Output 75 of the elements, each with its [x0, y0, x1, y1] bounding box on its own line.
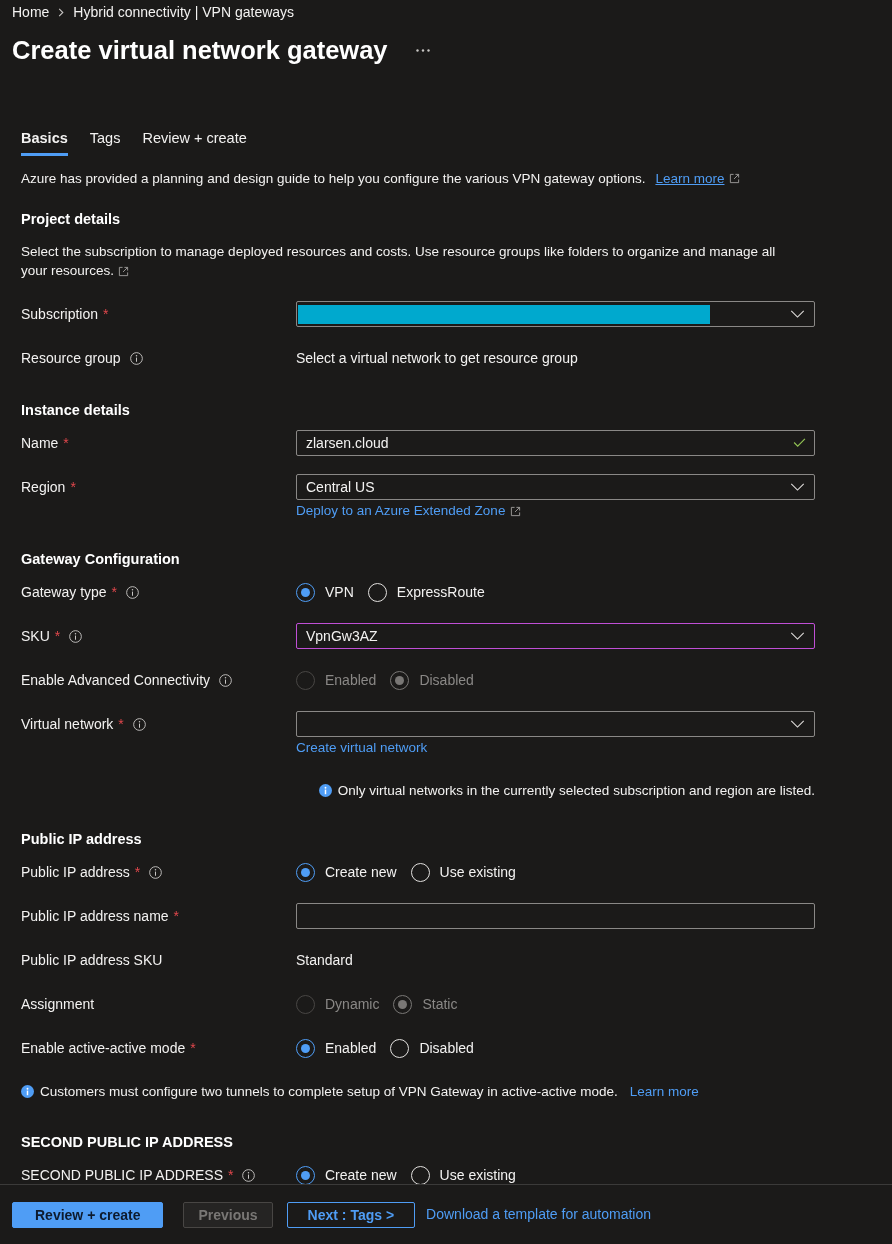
info-note: Only virtual networks in the currently selected subscription and region are listed.	[337, 782, 815, 800]
link[interactable]: Download a template for automation	[426, 1204, 652, 1225]
link[interactable]: Learn more	[655, 169, 741, 188]
tab[interactable]: Tags	[89, 123, 121, 156]
radio-label[interactable]: Create new	[325, 862, 397, 882]
radio-label: Enabled	[325, 671, 377, 690]
link[interactable]: Deploy to an Azure Extended Zone	[296, 502, 522, 520]
field-label: Enable Advanced Connectivity	[21, 671, 211, 690]
section-description: Select the subscription to manage deployed resources and costs. Use resource groups like folders to organize and manage all your resources.	[21, 243, 777, 280]
breadcrumb-link[interactable]: Home	[12, 3, 50, 21]
section-heading: Public IP address	[21, 830, 143, 849]
info-icon	[318, 784, 332, 797]
chevron-down-icon	[790, 720, 805, 728]
field-label: Gateway type	[21, 583, 107, 602]
link[interactable]: Create virtual network	[296, 739, 428, 757]
required-marker: *	[54, 627, 61, 646]
footer-button[interactable]: Next : Tags >	[286, 1201, 416, 1228]
tab[interactable]: Basics	[21, 123, 68, 156]
section-heading: Gateway Configuration	[21, 550, 181, 569]
dropdown[interactable]: VpnGw3AZ	[296, 623, 815, 649]
field-label: Enable active-active mode	[21, 1039, 186, 1058]
required-marker: *	[118, 715, 124, 734]
field-label: Public IP address SKU	[21, 951, 163, 970]
radio-label[interactable]: Use existing	[439, 862, 516, 882]
required-marker: *	[173, 907, 180, 926]
field-value: Select a virtual network to get resource group	[296, 349, 579, 368]
link[interactable]: Learn more	[629, 1082, 699, 1101]
radio-label[interactable]: Create new	[325, 1165, 397, 1184]
breadcrumb-link[interactable]: Hybrid connectivity | VPN gateways	[73, 3, 295, 21]
section-heading: Project details	[21, 210, 122, 229]
field-label: Public IP address	[21, 863, 130, 882]
chevron-down-icon	[790, 483, 805, 491]
required-marker: *	[228, 1166, 234, 1184]
text-field[interactable]: zlarsen.cloud	[296, 430, 815, 456]
page-title: Create virtual network gateway	[12, 35, 388, 66]
field-label: Region	[21, 478, 66, 497]
required-marker: *	[63, 434, 69, 453]
intro-text: Azure has provided a planning and design guide to help you configure the various VPN gateway options.	[21, 170, 646, 188]
dropdown[interactable]	[296, 301, 815, 327]
text-field[interactable]	[296, 903, 815, 929]
dropdown[interactable]	[296, 711, 815, 737]
radio-label: Disabled	[419, 671, 474, 690]
required-marker: *	[190, 1039, 196, 1058]
field-label: Assignment	[21, 995, 95, 1014]
required-marker: *	[70, 478, 76, 497]
field-label: SKU	[21, 627, 50, 646]
required-marker: *	[111, 583, 118, 602]
dropdown[interactable]: Central US	[296, 474, 815, 500]
radio-label[interactable]: VPN	[325, 582, 354, 602]
footer-button[interactable]: Review + create	[12, 1201, 164, 1228]
chevron-down-icon	[790, 310, 805, 318]
section-heading: SECOND PUBLIC IP ADDRESS	[21, 1133, 234, 1152]
section-heading: Instance details	[21, 401, 131, 420]
required-marker: *	[103, 305, 109, 324]
radio-label[interactable]: Use existing	[439, 1165, 516, 1184]
chevron-right-icon	[58, 7, 65, 17]
field-label: Subscription	[21, 305, 99, 324]
field-value: Standard	[296, 951, 354, 970]
tab[interactable]: Review + create	[142, 123, 247, 156]
info-note: Customers must configure two tunnels to complete setup of VPN Gateway in active-active mode.	[40, 1083, 618, 1101]
field-label: Name	[21, 434, 59, 453]
field-label: Public IP address name	[21, 907, 169, 926]
radio-label[interactable]: Enabled	[325, 1038, 377, 1058]
chevron-down-icon	[790, 632, 805, 640]
info-icon	[21, 1085, 34, 1098]
field-label: SECOND PUBLIC IP ADDRESS	[21, 1166, 224, 1184]
radio-label: Dynamic	[325, 995, 380, 1014]
required-marker: *	[134, 863, 141, 882]
field-label: Resource group	[21, 349, 121, 368]
radio-label[interactable]: Disabled	[419, 1038, 474, 1058]
radio-label[interactable]: ExpressRoute	[396, 582, 485, 602]
more-icon	[415, 48, 430, 52]
external-link-icon[interactable]	[118, 265, 130, 277]
radio-label: Static	[422, 995, 458, 1014]
field-label: Virtual network	[21, 715, 114, 734]
